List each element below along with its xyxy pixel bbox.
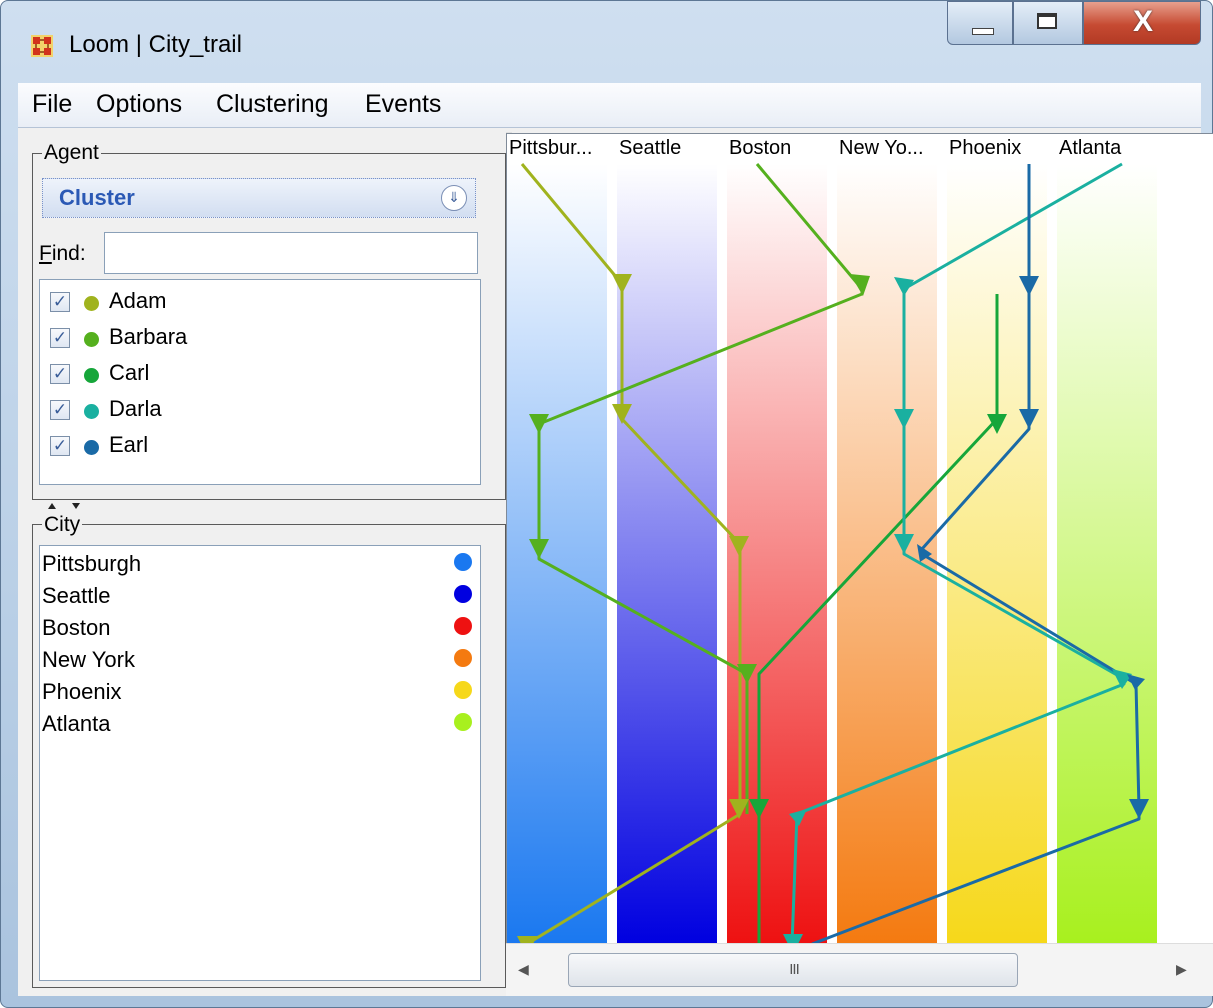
agent-color-dot [84,368,99,383]
menu-options[interactable]: Options [96,90,182,119]
column-boston [727,164,827,944]
close-icon: X [1132,5,1153,38]
city-color-dot [454,553,472,571]
content-area: Agent Cluster ⇓ Find: ✓ Adam ✓ Barbara ✓… [18,128,1213,996]
trail-arrowheads [517,274,1149,944]
column-label: Atlanta [1059,137,1122,159]
column-label: Seattle [619,137,681,159]
city-item-new-york[interactable]: New York [42,645,480,675]
column-label: Boston [729,137,791,159]
city-color-dot [454,617,472,635]
agent-name: Earl [109,432,149,457]
minimize-icon [972,28,994,35]
column-seattle [617,164,717,944]
city-item-pittsburgh[interactable]: Pittsburgh [42,549,480,579]
scroll-right-arrow-icon[interactable]: ▶ [1176,961,1187,978]
agent-name: Adam [109,288,167,313]
minimize-button[interactable] [947,1,1013,45]
agent-checkbox-darla[interactable]: ✓ [50,400,70,420]
column-label: Pittsbur... [509,137,592,159]
column-label: Phoenix [949,137,1021,159]
agent-name: Barbara [109,324,188,349]
scrollbar-grip: III [789,961,800,978]
scroll-left-arrow-icon[interactable]: ◀ [518,961,529,978]
window-title: Loom | City_trail [69,31,242,58]
city-color-dot [454,713,472,731]
city-list: Pittsburgh Seattle Boston New York Phoen… [39,545,481,981]
agent-name: Darla [109,396,162,421]
find-input[interactable] [104,232,478,274]
menu-file[interactable]: File [32,90,72,119]
agent-name: Carl [109,360,150,385]
menu-clustering[interactable]: Clustering [216,90,329,119]
city-name: Phoenix [42,679,122,704]
city-color-dot [454,649,472,667]
loom-chart[interactable]: Pittsbur... Seattle Boston New Yo... Pho… [507,134,1213,944]
city-name: New York [42,647,135,672]
title-bar[interactable]: Loom | City_trail X [1,1,1212,83]
column-label: New Yo... [839,137,924,159]
agent-color-dot [84,440,99,455]
left-panel: Agent Cluster ⇓ Find: ✓ Adam ✓ Barbara ✓… [18,128,506,996]
horizontal-scrollbar[interactable]: ◀ III ▶ [506,943,1213,996]
city-name: Pittsburgh [42,551,142,576]
city-name: Seattle [42,583,111,608]
cluster-dropdown[interactable]: Cluster ⇓ [42,178,476,218]
city-item-phoenix[interactable]: Phoenix [42,677,480,707]
city-columns [507,164,1157,944]
city-name: Atlanta [42,711,111,736]
loom-chart-area[interactable]: Pittsbur... Seattle Boston New Yo... Pho… [506,133,1213,993]
maximize-button[interactable] [1013,1,1083,45]
city-item-boston[interactable]: Boston [42,613,480,643]
agent-color-dot [84,296,99,311]
city-color-dot [454,585,472,603]
column-pittsburgh [507,164,607,944]
agent-list: ✓ Adam ✓ Barbara ✓ Carl ✓ Darla ✓ Earl [39,279,481,485]
agent-checkbox-adam[interactable]: ✓ [50,292,70,312]
agent-color-dot [84,332,99,347]
network-grid-icon [31,35,53,57]
agent-group-title: Agent [42,141,101,165]
cluster-dropdown-value: Cluster [59,185,135,210]
agent-color-dot [84,404,99,419]
close-button[interactable]: X [1083,1,1201,45]
column-atlanta [1057,164,1157,944]
city-name: Boston [42,615,111,640]
splitter-arrows-icon[interactable] [32,500,504,510]
agent-checkbox-earl[interactable]: ✓ [50,436,70,456]
city-item-atlanta[interactable]: Atlanta [42,709,480,739]
maximize-icon [1037,13,1057,29]
city-group-title: City [42,513,83,537]
double-chevron-down-icon[interactable]: ⇓ [441,185,467,211]
find-label: Find: [39,242,86,265]
scrollbar-thumb[interactable]: III [568,953,1018,987]
menu-bar: File Options Clustering Events [18,83,1201,128]
menu-events[interactable]: Events [365,90,441,119]
city-item-seattle[interactable]: Seattle [42,581,480,611]
app-window: Loom | City_trail X File Options Cluster… [0,0,1213,1008]
agent-checkbox-barbara[interactable]: ✓ [50,328,70,348]
city-color-dot [454,681,472,699]
agent-checkbox-carl[interactable]: ✓ [50,364,70,384]
